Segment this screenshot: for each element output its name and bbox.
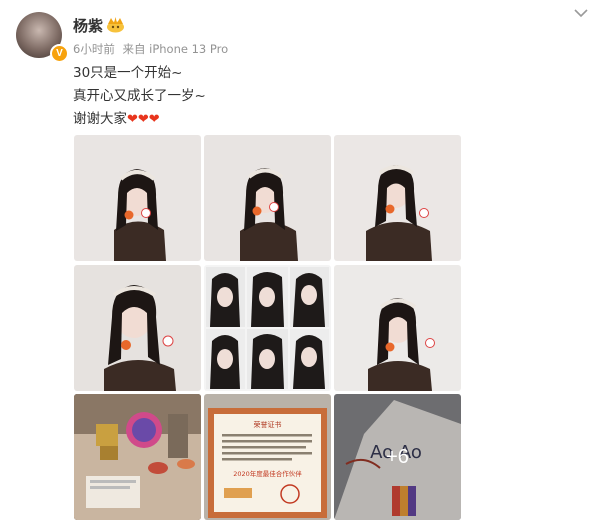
photo-5[interactable]: [204, 265, 331, 391]
portrait-photo: [74, 135, 201, 261]
post-line: 谢谢大家❤❤❤: [73, 108, 206, 131]
portrait-photo: [334, 135, 461, 261]
photo-9[interactable]: Ao Ao +6: [334, 394, 461, 520]
collage-photo: [204, 265, 331, 391]
heart-icons: ❤❤❤: [127, 112, 160, 127]
photo-1[interactable]: [74, 135, 201, 261]
photo-3[interactable]: [334, 135, 461, 261]
photo-8[interactable]: 荣誉证书 2020年度最佳合作伙伴: [204, 394, 331, 520]
post-text: 30只是一个开始~ 真开心又成长了一岁~ 谢谢大家❤❤❤: [73, 62, 206, 131]
photo-6[interactable]: [334, 265, 461, 391]
photo-2[interactable]: [204, 135, 331, 261]
certificate-subtitle: 2020年度最佳合作伙伴: [233, 469, 302, 478]
more-photos-badge[interactable]: +6: [334, 394, 461, 520]
post-source: 来自 iPhone 13 Pro: [122, 42, 229, 56]
certificate-photo: 荣誉证书 2020年度最佳合作伙伴: [204, 394, 331, 520]
portrait-photo: [204, 135, 331, 261]
room-photo: [74, 394, 201, 520]
photo-7[interactable]: [74, 394, 201, 520]
post-time: 6小时前: [73, 42, 115, 56]
photo-4[interactable]: [74, 265, 201, 391]
post-meta: 6小时前 来自 iPhone 13 Pro: [73, 41, 228, 57]
portrait-photo: [74, 265, 201, 391]
post-line: 真开心又成长了一岁~: [73, 88, 206, 104]
author-name[interactable]: 杨紫: [73, 15, 103, 36]
certificate-title: 荣誉证书: [254, 420, 282, 429]
post-line-text: 谢谢大家: [73, 111, 127, 127]
image-grid: 荣誉证书 2020年度最佳合作伙伴 Ao Ao +6: [74, 135, 462, 520]
chevron-down-icon[interactable]: [574, 8, 588, 18]
verified-badge: V: [50, 44, 69, 63]
crown-icon: [107, 17, 124, 33]
post-line: 30只是一个开始~: [73, 65, 183, 81]
portrait-photo: [334, 265, 461, 391]
